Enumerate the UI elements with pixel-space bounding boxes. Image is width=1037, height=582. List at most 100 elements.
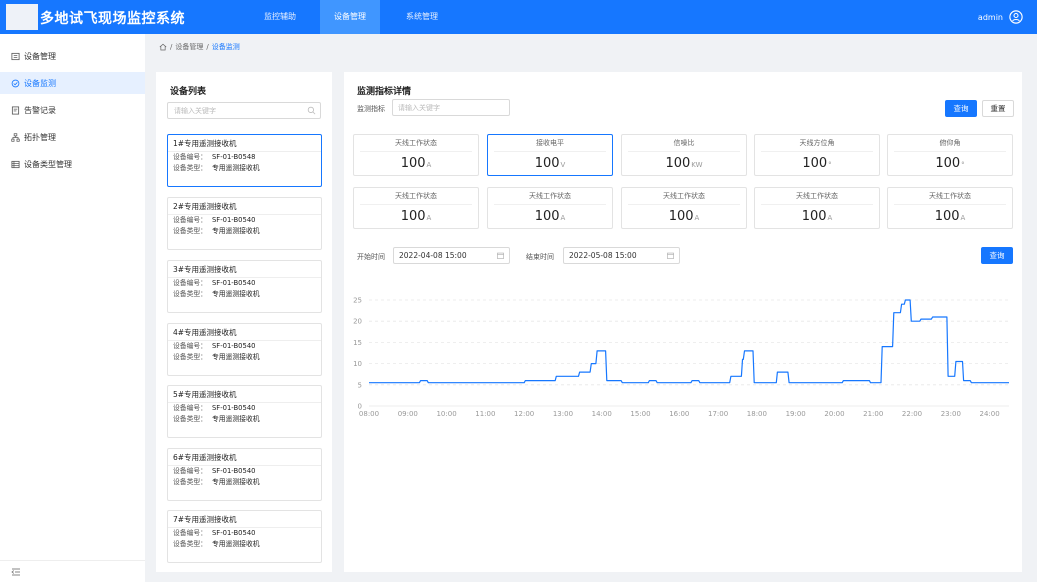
device-type: 专用遥测接收机 <box>211 227 260 235</box>
device-search-box <box>167 102 321 119</box>
metric-card[interactable]: 天线工作状态 100A <box>754 187 880 229</box>
metric-unit: A <box>560 214 566 222</box>
time-query-button[interactable]: 查询 <box>981 247 1013 264</box>
search-icon[interactable] <box>307 106 316 115</box>
sidebar-item-device-monitoring[interactable]: 设备监测 <box>0 72 145 94</box>
metric-card[interactable]: 接收电平 100V <box>487 134 613 176</box>
calendar-icon <box>497 252 504 259</box>
sidebar-item-device-type-management[interactable]: 设备类型管理 <box>0 153 145 175</box>
device-search-input[interactable] <box>168 103 298 118</box>
metric-unit: A <box>960 214 966 222</box>
sidebar-item-label: 设备管理 <box>24 51 56 61</box>
device-card[interactable]: 3#专用遥测接收机 设备编号： SF-01-B0540 设备类型： 专用遥测接收机 <box>167 260 322 313</box>
device-code: SF-01-B0540 <box>211 342 256 350</box>
monitor-icon <box>11 79 20 87</box>
start-time-value: 2022-04-08 15:00 <box>399 251 467 260</box>
topology-icon <box>11 132 20 142</box>
metric-value: 100 <box>534 209 560 224</box>
metric-unit: A <box>426 161 432 169</box>
device-code-label: 设备编号： <box>173 529 207 537</box>
metric-filter-label: 监测指标 <box>357 105 385 113</box>
top-header: 多地试飞现场监控系统 监控辅助 设备管理 系统管理 admin <box>0 0 1037 34</box>
nav-system-management[interactable]: 系统管理 <box>392 0 452 34</box>
sidebar-item-topology-management[interactable]: 拓扑管理 <box>0 126 145 148</box>
metric-value: 100 <box>935 156 961 171</box>
device-type-row: 设备类型： 专用遥测接收机 <box>168 163 321 174</box>
app-title: 多地试飞现场监控系统 <box>40 11 185 27</box>
end-time-picker[interactable]: 2022-05-08 15:00 <box>563 247 680 264</box>
start-time-picker[interactable]: 2022-04-08 15:00 <box>393 247 510 264</box>
logo <box>6 4 38 30</box>
metric-unit: ° <box>961 161 965 169</box>
device-code: SF-01-B0540 <box>211 467 256 475</box>
metric-value-row: 100V <box>488 156 612 171</box>
user-menu[interactable]: admin <box>978 0 1023 34</box>
device-card[interactable]: 6#专用遥测接收机 设备编号： SF-01-B0540 设备类型： 专用遥测接收机 <box>167 448 322 501</box>
y-tick-label: 25 <box>353 297 362 305</box>
device-list-title: 设备列表 <box>170 87 207 97</box>
device-code: SF-01-B0548 <box>211 153 256 161</box>
device-type-label: 设备类型： <box>173 290 207 298</box>
sidebar-item-alarm-records[interactable]: 告警记录 <box>0 99 145 121</box>
metric-card[interactable]: 天线工作状态 100A <box>353 134 479 176</box>
x-tick-label: 24:00 <box>980 410 1000 418</box>
sidebar-item-device-management[interactable]: 设备管理 <box>0 45 145 67</box>
metric-value: 100 <box>801 209 827 224</box>
sidebar: 设备管理 设备监测 告警记录 拓扑管理 设备类型管理 <box>0 34 145 582</box>
device-code-label: 设备编号： <box>173 153 207 161</box>
breadcrumb-separator: / <box>206 43 209 51</box>
metric-value-row: 100A <box>622 209 746 224</box>
metric-card[interactable]: 天线工作状态 100A <box>621 187 747 229</box>
device-type-label: 设备类型： <box>173 227 207 235</box>
sidebar-item-label: 设备类型管理 <box>24 159 72 169</box>
x-tick-label: 16:00 <box>669 410 689 418</box>
x-tick-label: 20:00 <box>824 410 844 418</box>
nav-device-management[interactable]: 设备管理 <box>320 0 380 34</box>
x-tick-label: 21:00 <box>863 410 883 418</box>
metric-card[interactable]: 天线工作状态 100A <box>353 187 479 229</box>
device-type-row: 设备类型： 专用遥测接收机 <box>168 226 321 237</box>
metric-value: 100 <box>934 209 960 224</box>
sidebar-collapse-button[interactable] <box>0 560 145 582</box>
device-name: 3#专用遥测接收机 <box>168 261 321 278</box>
device-card[interactable]: 5#专用遥测接收机 设备编号： SF-01-B0540 设备类型： 专用遥测接收机 <box>167 385 322 438</box>
metric-value: 100 <box>400 209 426 224</box>
metric-label: 天线工作状态 <box>494 188 606 205</box>
metric-card[interactable]: 俯仰角 100° <box>887 134 1013 176</box>
metric-label: 天线方位角 <box>761 135 873 152</box>
user-icon <box>1009 10 1023 24</box>
metric-card[interactable]: 天线方位角 100° <box>754 134 880 176</box>
device-type: 专用遥测接收机 <box>211 290 260 298</box>
signal-level-line-chart: 051015202508:00 09:00 10:00 11:00 12:00 13:00… <box>353 297 1009 418</box>
metric-card[interactable]: 信噪比 100KW <box>621 134 747 176</box>
metric-value: 100 <box>668 209 694 224</box>
sidebar-item-label: 设备监测 <box>24 78 56 88</box>
calendar-icon <box>667 252 674 259</box>
device-card[interactable]: 7#专用遥测接收机 设备编号： SF-01-B0540 设备类型： 专用遥测接收机 <box>167 510 322 563</box>
metric-card[interactable]: 天线工作状态 100A <box>487 187 613 229</box>
reset-button[interactable]: 重置 <box>982 100 1014 117</box>
device-type: 专用遥测接收机 <box>211 540 260 548</box>
device-card[interactable]: 4#专用遥测接收机 设备编号： SF-01-B0540 设备类型： 专用遥测接收机 <box>167 323 322 376</box>
device-type-label: 设备类型： <box>173 164 207 172</box>
metric-value: 100 <box>534 156 560 171</box>
metric-card[interactable]: 天线工作状态 100A <box>887 187 1013 229</box>
breadcrumb-item-device-management[interactable]: 设备管理 <box>175 42 203 52</box>
y-tick-label: 5 <box>358 381 362 389</box>
nav-monitor-assist[interactable]: 监控辅助 <box>247 0 313 34</box>
breadcrumb-separator: / <box>170 43 173 51</box>
device-name: 7#专用遥测接收机 <box>168 511 321 528</box>
metric-value-row: 100° <box>888 156 1012 171</box>
device-card[interactable]: 2#专用遥测接收机 设备编号： SF-01-B0540 设备类型： 专用遥测接收机 <box>167 197 322 250</box>
device-card[interactable]: 1#专用遥测接收机 设备编号： SF-01-B0548 设备类型： 专用遥测接收机 <box>167 134 322 187</box>
home-icon[interactable] <box>159 43 167 51</box>
metric-label: 天线工作状态 <box>894 188 1006 205</box>
metric-value-row: 100A <box>755 209 879 224</box>
metric-value: 100 <box>665 156 691 171</box>
metric-filter-input[interactable] <box>392 99 510 116</box>
query-button[interactable]: 查询 <box>945 100 977 117</box>
metric-value: 100 <box>400 156 426 171</box>
device-type-row: 设备类型： 专用遥测接收机 <box>168 477 321 488</box>
device-code: SF-01-B0540 <box>211 529 256 537</box>
x-tick-label: 13:00 <box>553 410 573 418</box>
